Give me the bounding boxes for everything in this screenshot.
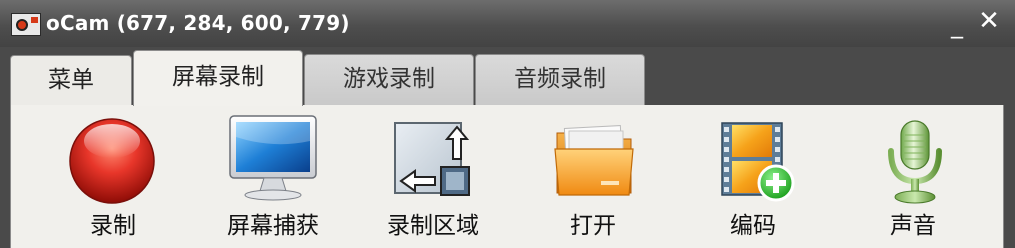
screen-capture-button[interactable]: 屏幕捕获	[193, 105, 353, 248]
resize-area-icon	[391, 119, 477, 205]
window-title: oCam (677, 284, 600, 779)	[46, 11, 350, 35]
monitor-icon	[226, 113, 320, 207]
tab-audio-record[interactable]: 音频录制	[475, 54, 645, 105]
sound-button[interactable]: 声音	[833, 105, 993, 248]
open-label: 打开	[570, 213, 616, 239]
open-button[interactable]: 打开	[513, 105, 673, 248]
record-area-button[interactable]: 录制区域	[353, 105, 513, 248]
record-button[interactable]: 录制	[33, 105, 193, 248]
microphone-icon	[883, 115, 947, 211]
tab-menu[interactable]: 菜单	[10, 55, 132, 106]
folder-icon	[553, 119, 635, 205]
record-area-label: 录制区域	[387, 213, 479, 239]
close-button[interactable]: ✕	[974, 6, 1004, 36]
encode-button[interactable]: 编码	[673, 105, 833, 248]
ocam-window: oCam (677, 284, 600, 779) _ ✕ 菜单 屏幕录制 游戏…	[0, 0, 1015, 248]
tab-screen-record[interactable]: 屏幕录制	[133, 50, 303, 106]
record-label: 录制	[90, 213, 136, 239]
record-icon	[67, 115, 157, 209]
minimize-button[interactable]: _	[942, 10, 972, 40]
screen-capture-label: 屏幕捕获	[227, 213, 319, 239]
encode-label: 编码	[730, 213, 776, 239]
film-add-icon	[716, 121, 796, 207]
sound-label: 声音	[890, 213, 936, 239]
toolbar-panel: 录制 屏幕捕获 录制区域 打开 编码 声音	[10, 105, 1004, 248]
tab-bar: 菜单 屏幕录制 游戏录制 音频录制	[0, 47, 1015, 106]
ocam-app-icon	[11, 13, 41, 36]
title-bar[interactable]: oCam (677, 284, 600, 779) _ ✕	[0, 0, 1015, 47]
tab-game-record[interactable]: 游戏录制	[304, 54, 474, 105]
